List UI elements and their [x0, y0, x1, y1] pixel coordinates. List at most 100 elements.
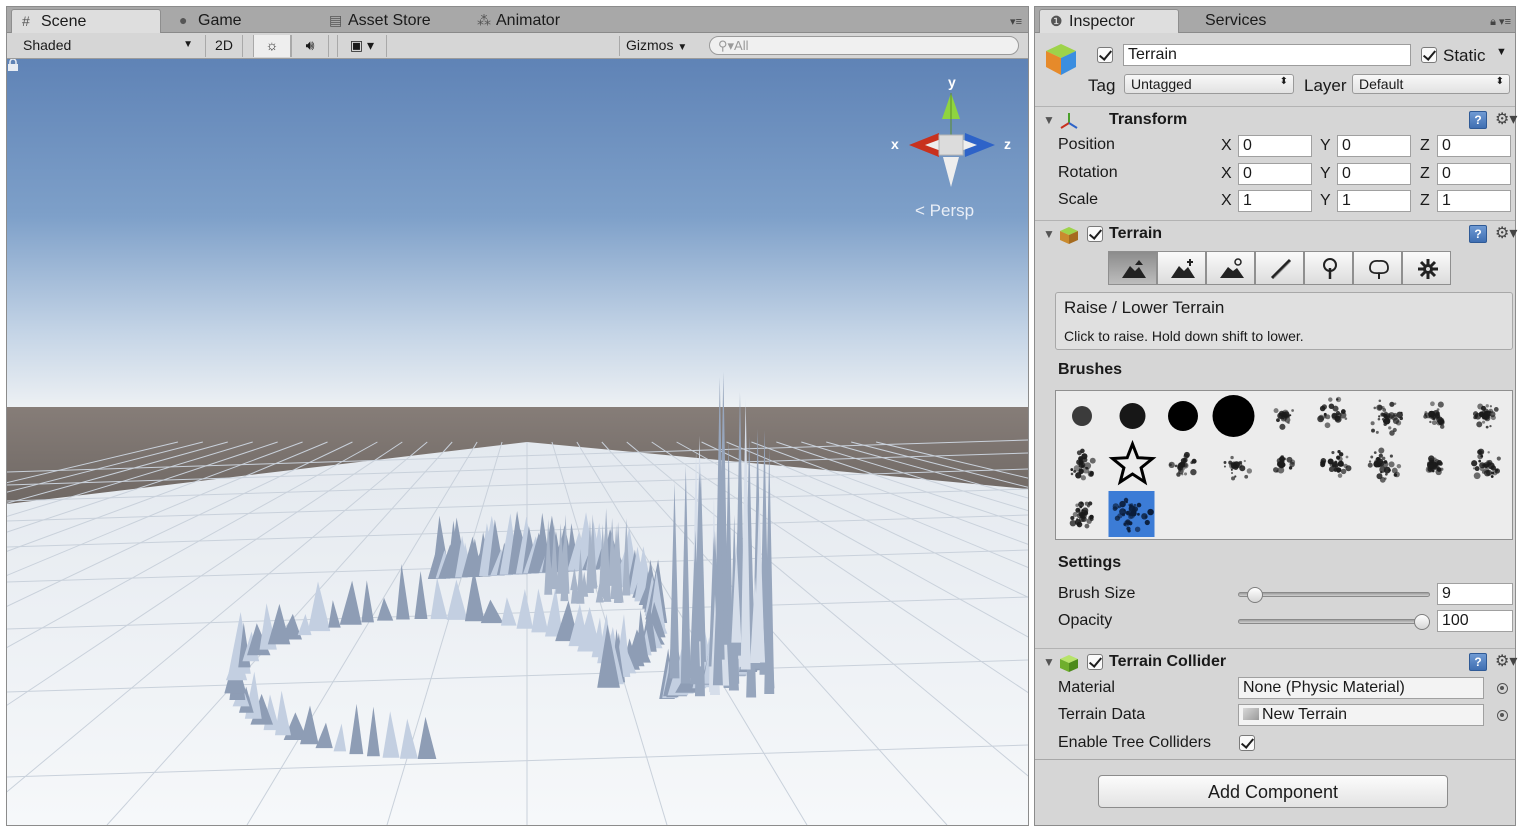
brush-8[interactable] [1423, 401, 1445, 429]
layer-dropdown[interactable]: Default ⬍ [1352, 74, 1510, 94]
gear-icon[interactable]: ⚙▾ [1495, 651, 1517, 671]
tab-services-label: Services [1205, 12, 1267, 29]
add-component-label: Add Component [1207, 782, 1339, 802]
add-component-button[interactable]: Add Component [1098, 775, 1448, 808]
foldout-triangle-icon: ▼ [1043, 655, 1055, 669]
brush-2[interactable] [1119, 403, 1146, 429]
position-x-field[interactable]: 0 [1238, 135, 1312, 157]
brush-3[interactable] [1168, 401, 1198, 431]
opacity-field[interactable]: 100 [1437, 610, 1513, 632]
terrain-settings-tool-button[interactable] [1402, 251, 1451, 285]
brush-13[interactable] [1223, 455, 1253, 481]
paint-height-icon [1171, 259, 1195, 278]
object-active-checkbox[interactable] [1097, 47, 1113, 63]
terrain-data-object-field[interactable]: New Terrain [1238, 704, 1484, 726]
paint-texture-tool-button[interactable] [1255, 251, 1304, 285]
brush-size-field[interactable]: 9 [1437, 583, 1513, 605]
terrain-collider-title: Terrain Collider [1109, 653, 1227, 670]
help-book-icon[interactable]: ? [1469, 111, 1487, 129]
brush-10[interactable] [1070, 448, 1096, 481]
rotation-y-value: 0 [1342, 165, 1351, 182]
updown-arrow-icon: ⬍ [1495, 76, 1504, 87]
static-label: Static [1443, 46, 1486, 65]
tab-services[interactable]: Services [1195, 9, 1276, 33]
brush-11[interactable] [1108, 439, 1157, 486]
brush-18[interactable] [1471, 448, 1501, 480]
object-name-field[interactable]: Terrain [1123, 44, 1411, 66]
inspector-lock-menu-icon[interactable]: 🔒︎ ▾≡ [1490, 15, 1511, 29]
mode-2d-button[interactable]: 2D [205, 35, 243, 57]
paint-details-tool-button[interactable] [1353, 251, 1402, 285]
brush-1[interactable] [1072, 406, 1092, 426]
place-trees-tool-button[interactable] [1304, 251, 1353, 285]
opacity-slider-thumb[interactable] [1414, 614, 1430, 630]
rotation-x-field[interactable]: 0 [1238, 163, 1312, 185]
lock-icon[interactable] [7, 59, 19, 71]
terrain-header[interactable]: ▼ Terrain ? ⚙▾ [1035, 220, 1517, 248]
transform-axes-icon [1060, 113, 1078, 129]
help-book-icon[interactable]: ? [1469, 225, 1487, 243]
brush-5[interactable] [1273, 408, 1294, 430]
tab-scene[interactable]: # Scene [11, 9, 161, 33]
brush-thumbnails[interactable] [1056, 391, 1512, 539]
gizmos-dropdown[interactable]: Gizmos ▼ [619, 36, 701, 56]
scene-search-input[interactable]: ⚲▾All [709, 36, 1019, 55]
tab-game-label: Game [198, 12, 242, 29]
brush-15[interactable] [1320, 450, 1352, 478]
scene-lighting-button[interactable]: ☼ [253, 35, 291, 57]
object-picker-icon[interactable] [1497, 683, 1508, 694]
gear-icon[interactable]: ⚙▾ [1495, 109, 1517, 129]
static-checkbox[interactable] [1421, 47, 1437, 63]
tree-colliders-checkbox[interactable] [1239, 735, 1255, 751]
scene-audio-button[interactable]: 🔊︎ [291, 35, 329, 57]
rotation-x-value: 0 [1243, 165, 1252, 182]
scene-render: y x z [7, 59, 1028, 825]
tab-game[interactable]: ● Game [169, 9, 252, 33]
scale-y-field[interactable]: 1 [1337, 190, 1411, 212]
terrain-collider-header[interactable]: ▼ Terrain Collider ? ⚙▾ [1035, 648, 1517, 676]
brush-20[interactable] [1108, 491, 1155, 537]
brush-19[interactable] [1069, 501, 1094, 529]
terrain-settings-icon [1418, 259, 1438, 279]
brush-16[interactable] [1367, 447, 1402, 483]
brush-14[interactable] [1273, 454, 1296, 474]
paint-details-icon [1369, 259, 1389, 279]
terrain-collider-enabled-checkbox[interactable] [1087, 654, 1103, 670]
tab-asset-store-label: Asset Store [348, 12, 431, 29]
paint-height-tool-button[interactable] [1157, 251, 1206, 285]
rotation-y-field[interactable]: 0 [1337, 163, 1411, 185]
position-y-field[interactable]: 0 [1337, 135, 1411, 157]
position-z-field[interactable]: 0 [1437, 135, 1511, 157]
terrain-enabled-checkbox[interactable] [1087, 226, 1103, 242]
opacity-slider[interactable] [1238, 619, 1430, 624]
panel-menu-icon[interactable]: ▾≡ [1010, 15, 1022, 28]
static-dropdown-icon[interactable]: ▼ [1496, 46, 1507, 58]
brush-4[interactable] [1212, 395, 1255, 437]
brush-17[interactable] [1425, 455, 1444, 476]
scene-effects-button[interactable]: ▣ ▾ [337, 35, 387, 57]
brush-6[interactable] [1317, 396, 1348, 429]
tab-animator[interactable]: ⁂ Animator [467, 9, 570, 33]
brush-size-slider[interactable] [1238, 592, 1430, 597]
brush-size-slider-thumb[interactable] [1246, 587, 1263, 603]
tag-dropdown[interactable]: Untagged ⬍ [1124, 74, 1294, 94]
rotation-z-field[interactable]: 0 [1437, 163, 1511, 185]
smooth-height-tool-button[interactable] [1206, 251, 1255, 285]
transform-header[interactable]: ▼ Transform ? ⚙▾ [1035, 106, 1517, 134]
scale-z-field[interactable]: 1 [1437, 190, 1511, 212]
scene-viewport[interactable]: y x z < Persp [7, 59, 1028, 825]
tab-asset-store[interactable]: ▤ Asset Store [319, 9, 441, 33]
brush-12[interactable] [1168, 451, 1197, 477]
help-book-icon[interactable]: ? [1469, 653, 1487, 671]
projection-label[interactable]: < Persp [915, 201, 974, 221]
sun-icon: ☼ [265, 37, 279, 53]
draw-mode-dropdown[interactable]: Shaded ▼ [17, 36, 197, 56]
scale-x-field[interactable]: 1 [1238, 190, 1312, 212]
gear-icon[interactable]: ⚙▾ [1495, 223, 1517, 243]
brush-9[interactable] [1472, 403, 1499, 429]
material-object-field[interactable]: None (Physic Material) [1238, 677, 1484, 699]
raise-lower-tool-button[interactable] [1108, 251, 1157, 285]
brush-7[interactable] [1370, 399, 1403, 436]
object-picker-icon[interactable] [1497, 710, 1508, 721]
tab-inspector[interactable]: ❶ Inspector [1039, 9, 1179, 33]
